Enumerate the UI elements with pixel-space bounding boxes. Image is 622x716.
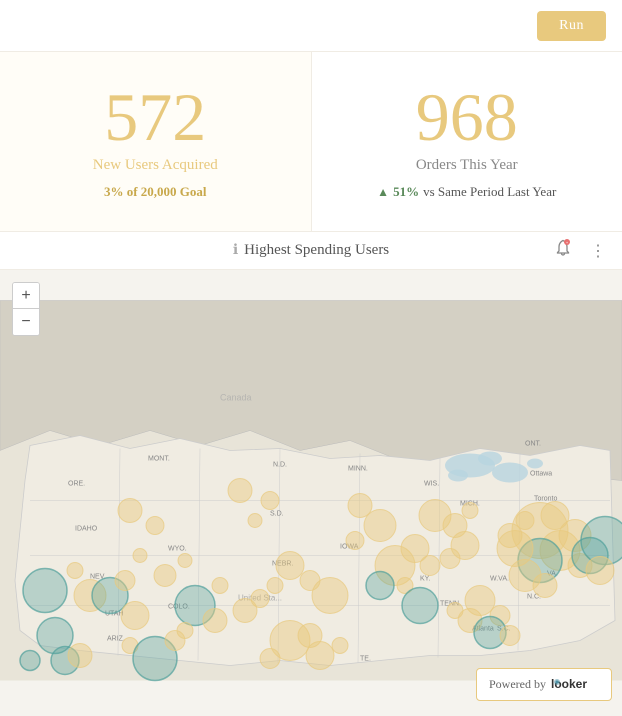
zoom-controls: + − [12,282,40,336]
svg-text:Canada: Canada [220,393,252,403]
more-options-button[interactable]: ⋮ [586,239,610,263]
svg-text:IDAHO: IDAHO [75,526,98,533]
powered-by-badge: Powered by looker [476,668,612,701]
comparison-pct: 51% [393,184,419,200]
svg-text:ORE.: ORE. [68,481,85,488]
powered-by-text: Powered by [489,677,546,692]
new-users-label: New Users Acquired [93,157,218,174]
new-users-goal: 3% of 20,000 Goal [104,184,207,200]
looker-logo-svg: looker [551,675,599,691]
svg-text:KY.: KY. [420,576,430,583]
bell-icon: + [554,239,572,257]
stats-row: 572 New Users Acquired 3% of 20,000 Goal… [0,52,622,232]
orders-comparison: ▲ 51% vs Same Period Last Year [377,184,556,200]
map-title: ℹ Highest Spending Users [233,242,389,259]
svg-text:Ottawa: Ottawa [530,471,552,478]
map-actions: + ⋮ [550,237,610,264]
new-users-number: 572 [104,83,206,151]
map-header: ℹ Highest Spending Users + ⋮ [0,232,622,270]
alert-button[interactable]: + [550,237,576,264]
orders-card: 968 Orders This Year ▲ 51% vs Same Perio… [312,52,622,231]
orders-number: 968 [416,83,518,151]
us-map-svg: ORE. IDAHO NEV. UTAH MONT. WYO. COLO. N.… [0,270,622,711]
svg-text:ARIZ.: ARIZ. [107,636,125,643]
svg-text:WYO.: WYO. [168,546,187,553]
svg-text:N.D.: N.D. [273,462,287,469]
up-arrow-icon: ▲ [377,185,389,200]
svg-text:ONT.: ONT. [525,441,541,448]
svg-text:MONT.: MONT. [148,456,170,463]
looker-brand: looker [551,675,599,694]
comparison-text: vs Same Period Last Year [423,184,556,200]
svg-text:MINN.: MINN. [348,466,368,473]
zoom-out-button[interactable]: − [13,309,39,335]
map-title-text: Highest Spending Users [244,242,389,259]
info-icon: ℹ [233,242,238,259]
orders-label: Orders This Year [416,157,518,174]
map-section: ℹ Highest Spending Users + ⋮ + − [0,232,622,716]
header: Run [0,0,622,52]
zoom-in-button[interactable]: + [13,283,39,309]
svg-text:W.VA.: W.VA. [490,576,509,583]
run-button[interactable]: Run [537,11,606,41]
new-users-card: 572 New Users Acquired 3% of 20,000 Goal [0,52,312,231]
svg-text:WIS.: WIS. [424,481,439,488]
svg-text:S.D.: S.D. [270,511,284,518]
svg-text:TE.: TE. [360,656,371,663]
map-container: + − [0,270,622,711]
